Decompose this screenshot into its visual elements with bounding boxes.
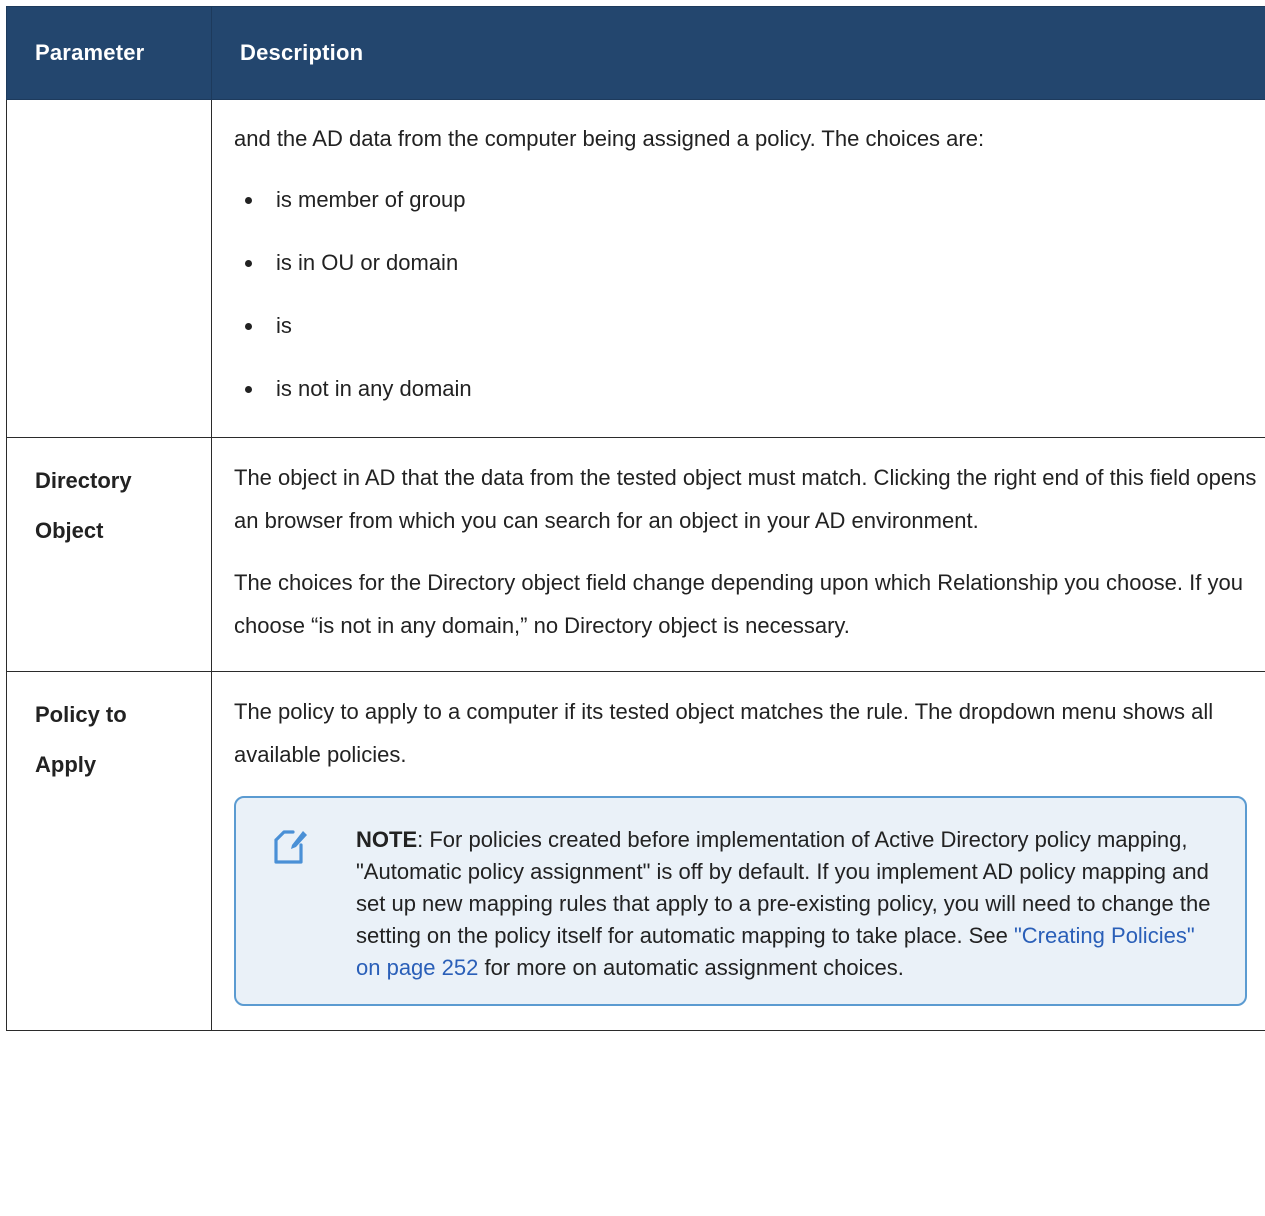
list-item: is not in any domain (234, 367, 1261, 410)
bullet-icon (245, 260, 252, 267)
description-text: and the AD data from the computer being … (234, 126, 985, 151)
list-item: is in OU or domain (234, 241, 1261, 284)
list-item: is member of group (234, 178, 1261, 221)
parameter-name: Policy to Apply (6, 671, 212, 1031)
choice-label: is in OU or domain (276, 250, 459, 275)
note-edit-icon (274, 830, 307, 864)
note-callout: NOTE: For policies created before implem… (234, 796, 1247, 1006)
bullet-icon (245, 386, 252, 393)
note-text-end: for more on automatic assignment choices… (478, 955, 904, 980)
header-parameter: Parameter (6, 6, 212, 100)
table-row: Directory Object The object in AD that t… (6, 437, 1265, 672)
parameter-name: Directory Object (6, 437, 212, 672)
parameter-name (6, 99, 212, 438)
parameter-description: and the AD data from the computer being … (211, 99, 1265, 438)
choice-label: is member of group (276, 187, 466, 212)
choice-label: is (276, 313, 292, 338)
table-row: Policy to Apply The policy to apply to a… (6, 671, 1265, 1031)
table-row: and the AD data from the computer being … (6, 99, 1265, 438)
parameter-table: Parameter Description and the AD data fr… (6, 6, 1265, 1031)
bullet-icon (245, 323, 252, 330)
bullet-icon (245, 197, 252, 204)
header-description: Description (211, 6, 1265, 100)
parameter-description: The object in AD that the data from the … (211, 437, 1265, 672)
list-item: is (234, 304, 1261, 347)
description-text: The choices for the Directory object fie… (234, 570, 1243, 638)
note-label: NOTE (356, 827, 418, 852)
table-header-row: Parameter Description (6, 6, 1265, 100)
parameter-description: The policy to apply to a computer if its… (211, 671, 1265, 1031)
description-text: The object in AD that the data from the … (234, 465, 1257, 533)
choice-label: is not in any domain (276, 376, 472, 401)
choices-list: is member of group is in OU or domain is… (234, 178, 1261, 410)
description-text: The policy to apply to a computer if its… (234, 699, 1214, 767)
